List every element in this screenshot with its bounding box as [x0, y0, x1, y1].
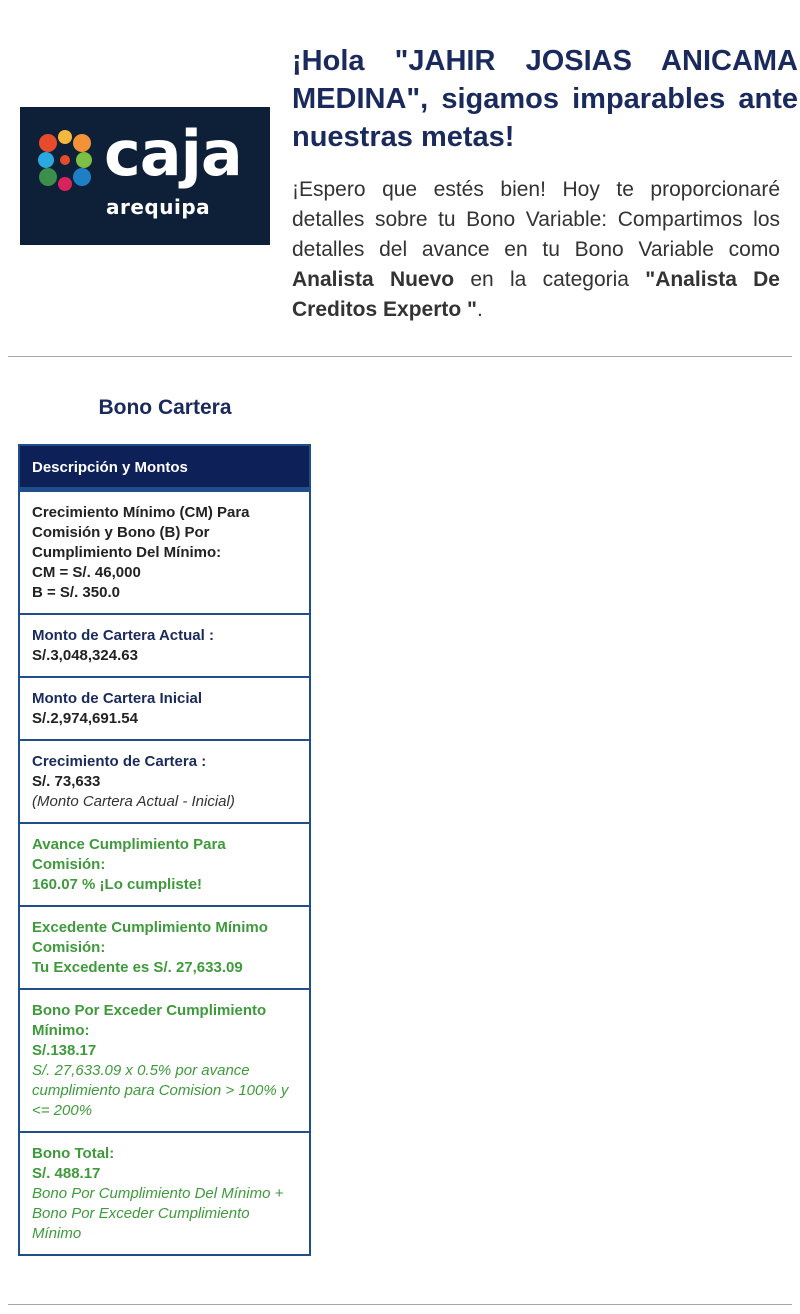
greeting-title: ¡Hola "JAHIR JOSIAS ANICAMA MEDINA", sig…	[292, 45, 798, 153]
bono-exceder-value: S/.138.17	[32, 1042, 97, 1059]
section-title: Bono Cartera	[98, 396, 232, 419]
logo-wordmark: caja	[104, 117, 243, 190]
avance-label: Avance Cumplimiento Para Comisión:	[32, 836, 226, 873]
bono-table: Descripción y Montos Crecimiento Mínimo …	[18, 444, 311, 1256]
inicial-label: Monto de Cartera Inicial	[32, 690, 203, 707]
bono-total-label: Bono Total:	[32, 1145, 115, 1162]
logo-flower-icon	[38, 130, 92, 191]
logo-subtitle: arequipa	[106, 195, 211, 219]
table-row-actual: Monto de Cartera Actual : S/.3,048,324.6…	[20, 613, 309, 676]
bono-total-value: S/. 488.17	[32, 1165, 101, 1182]
bono-exceder-note: S/. 27,633.09 x 0.5% por avance cumplimi…	[32, 1062, 289, 1119]
actual-value: S/.3,048,324.63	[32, 647, 138, 664]
excedente-value: Tu Excedente es S/. 27,633.09	[32, 959, 243, 976]
crecimiento-value: S/. 73,633	[32, 773, 101, 790]
intro-text: ¡Espero que estés bien! Hoy te proporcio…	[292, 178, 780, 261]
divider-top	[8, 356, 792, 357]
period: .	[477, 298, 483, 321]
table-header: Descripción y Montos	[20, 446, 309, 490]
crecimiento-note: (Monto Cartera Actual - Inicial)	[32, 793, 235, 810]
category-prefix: en la categoria	[454, 268, 646, 291]
table-row-bono-exceder: Bono Por Exceder Cumplimiento Mínimo: S/…	[20, 988, 309, 1131]
caja-arequipa-logo: caja arequipa	[20, 107, 270, 245]
table-row-bono-total: Bono Total: S/. 488.17 Bono Por Cumplimi…	[20, 1131, 309, 1254]
crecimiento-label: Crecimiento de Cartera :	[32, 753, 207, 770]
table-row-avance: Avance Cumplimiento Para Comisión: 160.0…	[20, 822, 309, 905]
role-name: Analista Nuevo	[292, 268, 455, 291]
table-row-crecimiento: Crecimiento de Cartera : S/. 73,633 (Mon…	[20, 739, 309, 822]
inicial-value: S/.2,974,691.54	[32, 710, 138, 727]
greeting-body: ¡Espero que estés bien! Hoy te proporcio…	[292, 175, 780, 325]
table-row-cm: Crecimiento Mínimo (CM) Para Comisión y …	[20, 490, 309, 613]
b-value: B = S/. 350.0	[32, 584, 120, 601]
divider-bottom	[8, 1304, 792, 1305]
actual-label: Monto de Cartera Actual :	[32, 627, 214, 644]
table-row-excedente: Excedente Cumplimiento Mínimo Comisión: …	[20, 905, 309, 988]
table-row-inicial: Monto de Cartera Inicial S/.2,974,691.54	[20, 676, 309, 739]
excedente-label: Excedente Cumplimiento Mínimo Comisión:	[32, 919, 268, 956]
bono-exceder-label: Bono Por Exceder Cumplimiento Mínimo:	[32, 1002, 267, 1039]
cm-value: CM = S/. 46,000	[32, 564, 141, 581]
avance-value: 160.07 % ¡Lo cumpliste!	[32, 876, 203, 893]
cm-label: Crecimiento Mínimo (CM) Para Comisión y …	[32, 504, 250, 561]
bono-total-note: Bono Por Cumplimiento Del Mínimo + Bono …	[32, 1185, 284, 1242]
